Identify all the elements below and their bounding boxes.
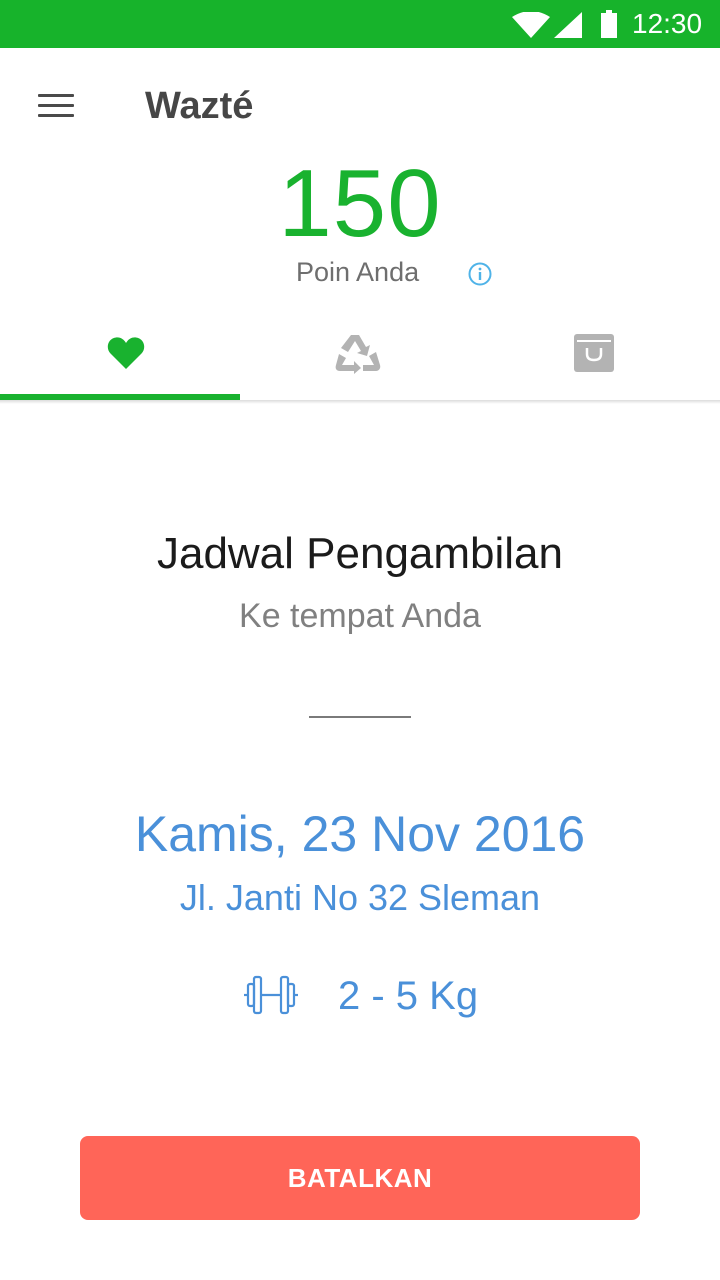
status-time: 12:30 [632, 8, 703, 39]
schedule-title: Jadwal Pengambilan [156, 529, 564, 578]
tab-bar [0, 312, 720, 402]
heart-icon [107, 337, 145, 369]
status-bar: 12:30 [0, 0, 720, 48]
pickup-address: Jl. Janti No 32 Sleman [179, 877, 541, 918]
weight-range: 2 - 5 Kg [338, 974, 479, 1018]
signal-icon [554, 12, 582, 38]
trash-bin-icon [574, 334, 614, 372]
recycle-icon [335, 335, 381, 374]
app-title: Wazté [145, 85, 254, 127]
cancel-button[interactable]: BATALKAN [80, 1136, 640, 1220]
battery-icon [601, 10, 617, 38]
hamburger-menu-icon[interactable] [38, 94, 74, 118]
schedule-subtitle: Ke tempat Anda [239, 597, 481, 635]
dumbbell-icon [244, 975, 298, 1015]
tab-favorites[interactable] [0, 312, 240, 400]
tab-trash[interactable] [480, 312, 720, 400]
points-value: 150 [278, 150, 442, 257]
points-label: Poin Anda [296, 257, 420, 287]
divider [309, 716, 411, 718]
wifi-icon [512, 12, 550, 38]
pickup-date: Kamis, 23 Nov 2016 [134, 806, 586, 862]
info-icon[interactable] [468, 262, 492, 286]
tab-bar-shadow [0, 400, 720, 404]
tab-recycle[interactable] [240, 312, 480, 400]
